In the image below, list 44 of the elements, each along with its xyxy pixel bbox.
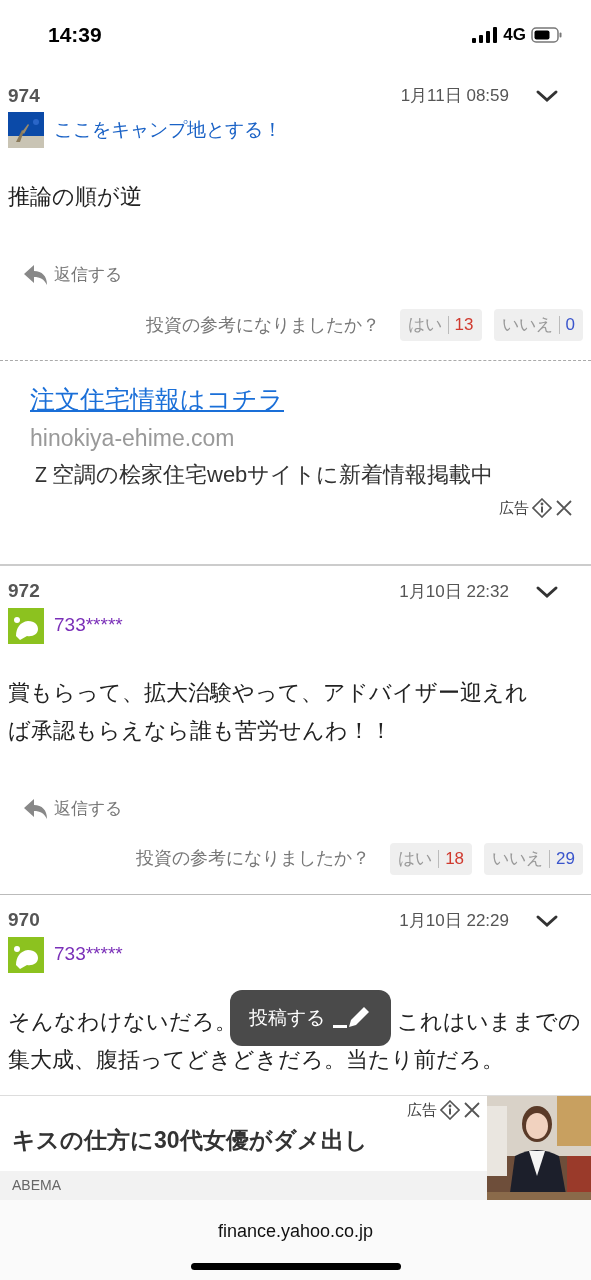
close-icon[interactable]	[555, 499, 573, 518]
author-link[interactable]: ここをキャンプ地とする！	[54, 115, 282, 145]
ad-title: キスの仕方に30代女優がダメ出し	[11, 1126, 369, 1155]
helpful-question: 投資の参考になりましたか？	[136, 847, 371, 870]
post-date: 1月10日 22:32	[399, 580, 509, 603]
ad-headline-link[interactable]: 注文住宅情報はコチラ	[30, 381, 561, 417]
speech-bubble-avatar-icon	[8, 936, 44, 973]
post-number: 972	[8, 579, 40, 604]
post-text: 賞もらって、拡大治験やって、アドバイザー迎えれ	[8, 678, 528, 707]
author-link[interactable]: 733*****	[54, 611, 123, 640]
post-text: ば承認もらえなら誰も苦労せんわ！！	[8, 716, 392, 745]
chevron-down-icon[interactable]	[535, 88, 559, 104]
reply-button[interactable]: 返信する	[22, 262, 122, 288]
post-text: 集大成、腹括ってどきどきだろ。当たり前だろ。	[8, 1045, 504, 1074]
post-number: 970	[8, 908, 40, 933]
yes-vote-button[interactable]: はい 18	[390, 842, 473, 875]
ad-domain: hinokiya-ehime.com	[30, 424, 236, 453]
post-date: 1月11日 08:59	[400, 85, 509, 108]
close-icon[interactable]	[463, 1101, 481, 1119]
speech-bubble-avatar-icon	[8, 607, 44, 644]
status-time: 14:39	[48, 22, 102, 49]
ad-label: 広告	[407, 1099, 437, 1120]
helpful-question: 投資の参考になりましたか？	[145, 313, 380, 337]
url-text[interactable]: finance.yahoo.co.jp	[217, 1218, 374, 1245]
reply-arrow-icon	[22, 796, 50, 821]
ad-source: ABEMA	[12, 1176, 61, 1195]
post-text: 推論の順が逆	[8, 183, 142, 211]
signal-icon	[472, 27, 499, 43]
battery-icon	[531, 27, 563, 43]
no-vote-button[interactable]: いいえ 29	[484, 842, 583, 875]
info-icon[interactable]	[440, 1100, 460, 1120]
post-text: そんなわけないだろ。	[8, 1007, 237, 1036]
info-icon[interactable]	[532, 498, 552, 519]
yes-vote-button[interactable]: はい 13	[399, 309, 482, 341]
ad-description: Ｚ空調の桧家住宅webサイトに新着情報掲載中	[30, 461, 495, 489]
author-link[interactable]: 733*****	[54, 940, 123, 969]
network-type: 4G	[503, 24, 526, 47]
post-date: 1月10日 22:29	[399, 909, 509, 932]
reply-button[interactable]: 返信する	[22, 795, 122, 822]
post-number: 974	[8, 83, 40, 108]
ad-label: 広告	[499, 498, 529, 518]
reply-arrow-icon	[22, 263, 50, 287]
no-vote-button[interactable]: いいえ 0	[493, 309, 583, 341]
post-text: これはいままでの	[397, 1007, 581, 1036]
